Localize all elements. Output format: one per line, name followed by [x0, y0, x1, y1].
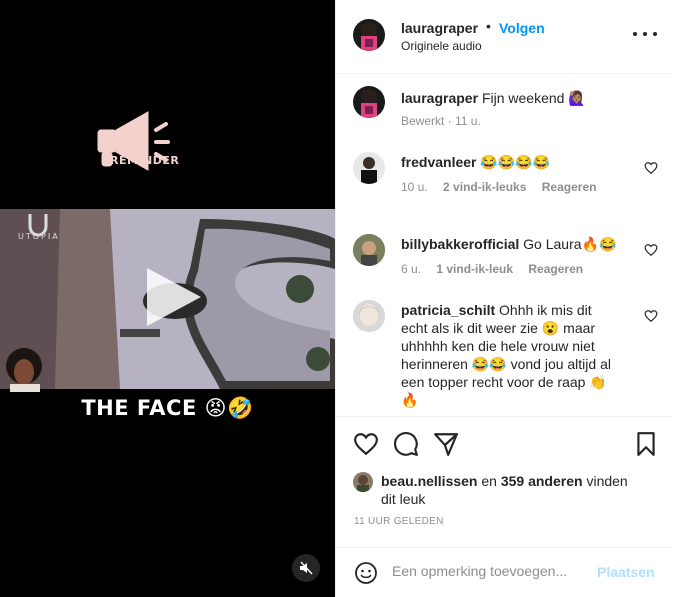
speaker-muted-icon [300, 561, 313, 575]
bookmark-icon[interactable] [633, 431, 659, 457]
avatar[interactable] [353, 86, 385, 118]
avatar[interactable] [353, 300, 385, 332]
heart-icon[interactable] [644, 243, 658, 257]
post-header: lauragraper • Volgen Originele audio [336, 0, 672, 74]
share-paper-plane-icon[interactable] [433, 431, 459, 457]
likes-suffix: dit leuk [381, 491, 426, 507]
liker-username[interactable]: beau.nellissen [381, 473, 477, 489]
caption-text: Fijn weekend 🙋🏽‍♀️ [481, 90, 586, 106]
person-thumbnail [6, 348, 42, 392]
caption-meta: Bewerkt · 11 u. [401, 114, 481, 128]
emoji-icon[interactable] [354, 561, 378, 585]
heart-icon[interactable] [644, 309, 658, 323]
comment-text-line: uhhhhh ken die hele vrouw niet [401, 338, 595, 354]
heart-icon[interactable] [644, 161, 658, 175]
avatar[interactable] [353, 19, 385, 51]
megaphone-icon [97, 111, 170, 171]
comment-likes[interactable]: 2 vind-ik-leuks [443, 180, 526, 194]
comment-age: 6 u. [401, 262, 422, 276]
comment-age: 10 u. [401, 180, 428, 194]
reply-button[interactable]: Reageren [528, 262, 583, 276]
video-caption: THE FACE 😡🤣 [81, 396, 254, 420]
likes-suffix: vinden [586, 473, 628, 489]
comment-text: 😂😂😂😂 [480, 154, 551, 170]
more-options-icon[interactable] [633, 26, 657, 42]
reminder-label: REMINDER [110, 154, 180, 167]
comment-text-line: 🔥 [401, 392, 419, 408]
add-comment-bar: Plaatsen [336, 547, 672, 597]
likes-others[interactable]: 359 anderen [501, 473, 583, 489]
comment-text: Go Laura🔥😂 [523, 236, 617, 252]
separator-dot: • [486, 18, 491, 34]
reply-button[interactable]: Reageren [542, 180, 597, 194]
avatar[interactable] [353, 152, 385, 184]
comment-text-line: echt als ik dit weer zie 😮 maar [401, 320, 596, 336]
comment-likes[interactable]: 1 vind-ik-leuk [436, 262, 513, 276]
like-heart-icon[interactable] [353, 431, 379, 457]
avatar[interactable] [353, 234, 385, 266]
comment-text-line: een topper recht voor de raap 👏 [401, 374, 607, 390]
comment-username[interactable]: patricia_schilt [401, 302, 495, 318]
likes-connector: en [481, 473, 497, 489]
post-side-panel: lauragraper • Volgen Originele audio lau… [335, 0, 673, 597]
comment-username[interactable]: fredvanleer [401, 154, 476, 170]
action-bar [336, 416, 672, 466]
follow-button[interactable]: Volgen [499, 20, 545, 36]
post-comment-button[interactable]: Plaatsen [597, 564, 655, 580]
post-timestamp[interactable]: 11 UUR GELEDEN [354, 516, 444, 527]
utopia-logo-text: UTOPIA [18, 232, 60, 241]
caption-username[interactable]: lauragraper [401, 90, 478, 106]
header-username[interactable]: lauragraper [401, 20, 478, 36]
audio-link[interactable]: Originele audio [401, 39, 482, 53]
mute-button[interactable] [292, 554, 320, 582]
comment-input[interactable] [392, 563, 582, 579]
post-video[interactable]: REMINDER UTOPIA THE FACE 😡🤣 [0, 0, 335, 597]
comment-bubble-icon[interactable] [393, 431, 419, 457]
likes-summary: beau.nellissen en 359 anderen vinden dit… [381, 472, 641, 508]
comment-text-line: Ohhh ik mis dit [499, 302, 592, 318]
liker-avatar[interactable] [353, 472, 373, 492]
comment-text-line: herinneren 😂😂 vond jou altijd al [401, 356, 611, 372]
comment-username[interactable]: billybakkerofficial [401, 236, 519, 252]
play-icon[interactable] [135, 262, 205, 332]
